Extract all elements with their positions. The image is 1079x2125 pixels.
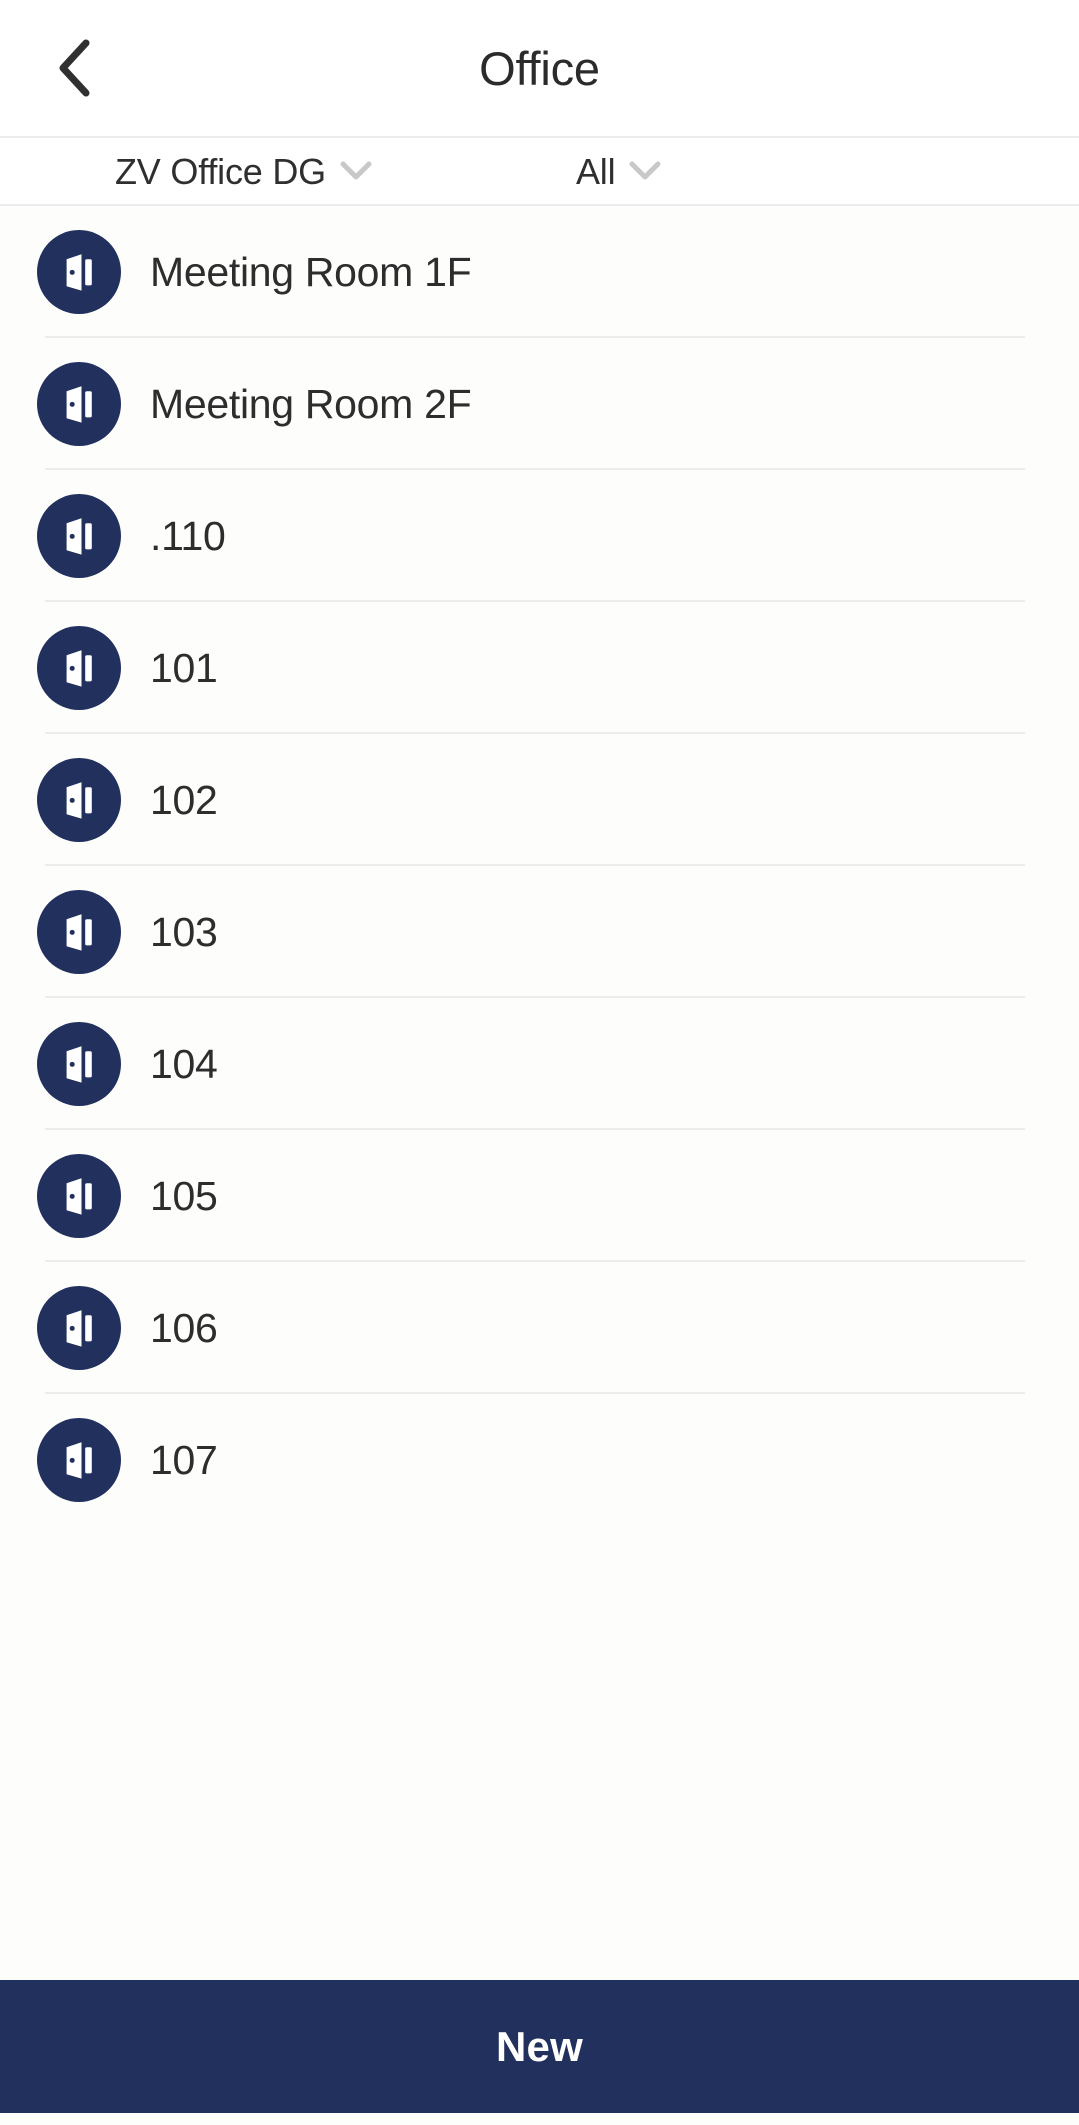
group-filter-label: ZV Office DG — [115, 151, 326, 192]
list-item[interactable]: 107 — [0, 1394, 1079, 1526]
chevron-down-icon — [629, 161, 661, 184]
door-open-icon — [37, 230, 121, 314]
list-item-label: 104 — [150, 1040, 218, 1087]
chevron-down-icon — [340, 161, 372, 184]
list-item[interactable]: .110 — [0, 470, 1079, 602]
list-item[interactable]: 102 — [0, 734, 1079, 866]
door-open-icon — [37, 890, 121, 974]
door-list[interactable]: Meeting Room 1F Meeting Room 2F .110 101… — [0, 206, 1079, 1980]
door-open-icon — [37, 1022, 121, 1106]
list-item[interactable]: 105 — [0, 1130, 1079, 1262]
door-open-icon — [37, 1418, 121, 1502]
new-button-label: New — [496, 2022, 583, 2070]
header-bar: Office — [0, 0, 1079, 138]
new-button[interactable]: New — [0, 1980, 1079, 2113]
list-item-label: Meeting Room 1F — [150, 248, 472, 295]
chevron-left-icon — [57, 39, 91, 97]
back-button[interactable] — [38, 32, 110, 104]
group-filter-dropdown[interactable]: ZV Office DG — [115, 138, 372, 206]
list-item-label: 101 — [150, 644, 218, 691]
list-item[interactable]: 104 — [0, 998, 1079, 1130]
list-item-label: 107 — [150, 1436, 218, 1483]
list-item[interactable]: Meeting Room 2F — [0, 338, 1079, 470]
list-item[interactable]: 103 — [0, 866, 1079, 998]
list-item-label: .110 — [150, 512, 226, 559]
list-item[interactable]: 101 — [0, 602, 1079, 734]
door-open-icon — [37, 758, 121, 842]
app-screen: Office ZV Office DG All Meeting Room 1F — [0, 0, 1079, 2125]
door-open-icon — [37, 494, 121, 578]
list-item-label: 105 — [150, 1172, 218, 1219]
bottom-safe-area — [0, 2113, 1079, 2125]
list-item-label: 103 — [150, 908, 218, 955]
list-item-label: Meeting Room 2F — [150, 380, 472, 427]
door-open-icon — [37, 626, 121, 710]
scope-filter-label: All — [576, 151, 616, 192]
list-item[interactable]: 106 — [0, 1262, 1079, 1394]
list-item-label: 102 — [150, 776, 218, 823]
page-title: Office — [479, 41, 600, 95]
door-open-icon — [37, 1154, 121, 1238]
door-open-icon — [37, 362, 121, 446]
door-open-icon — [37, 1286, 121, 1370]
scope-filter-dropdown[interactable]: All — [576, 138, 661, 206]
filter-bar: ZV Office DG All — [0, 138, 1079, 206]
list-item[interactable]: Meeting Room 1F — [0, 206, 1079, 338]
list-item-label: 106 — [150, 1304, 218, 1351]
